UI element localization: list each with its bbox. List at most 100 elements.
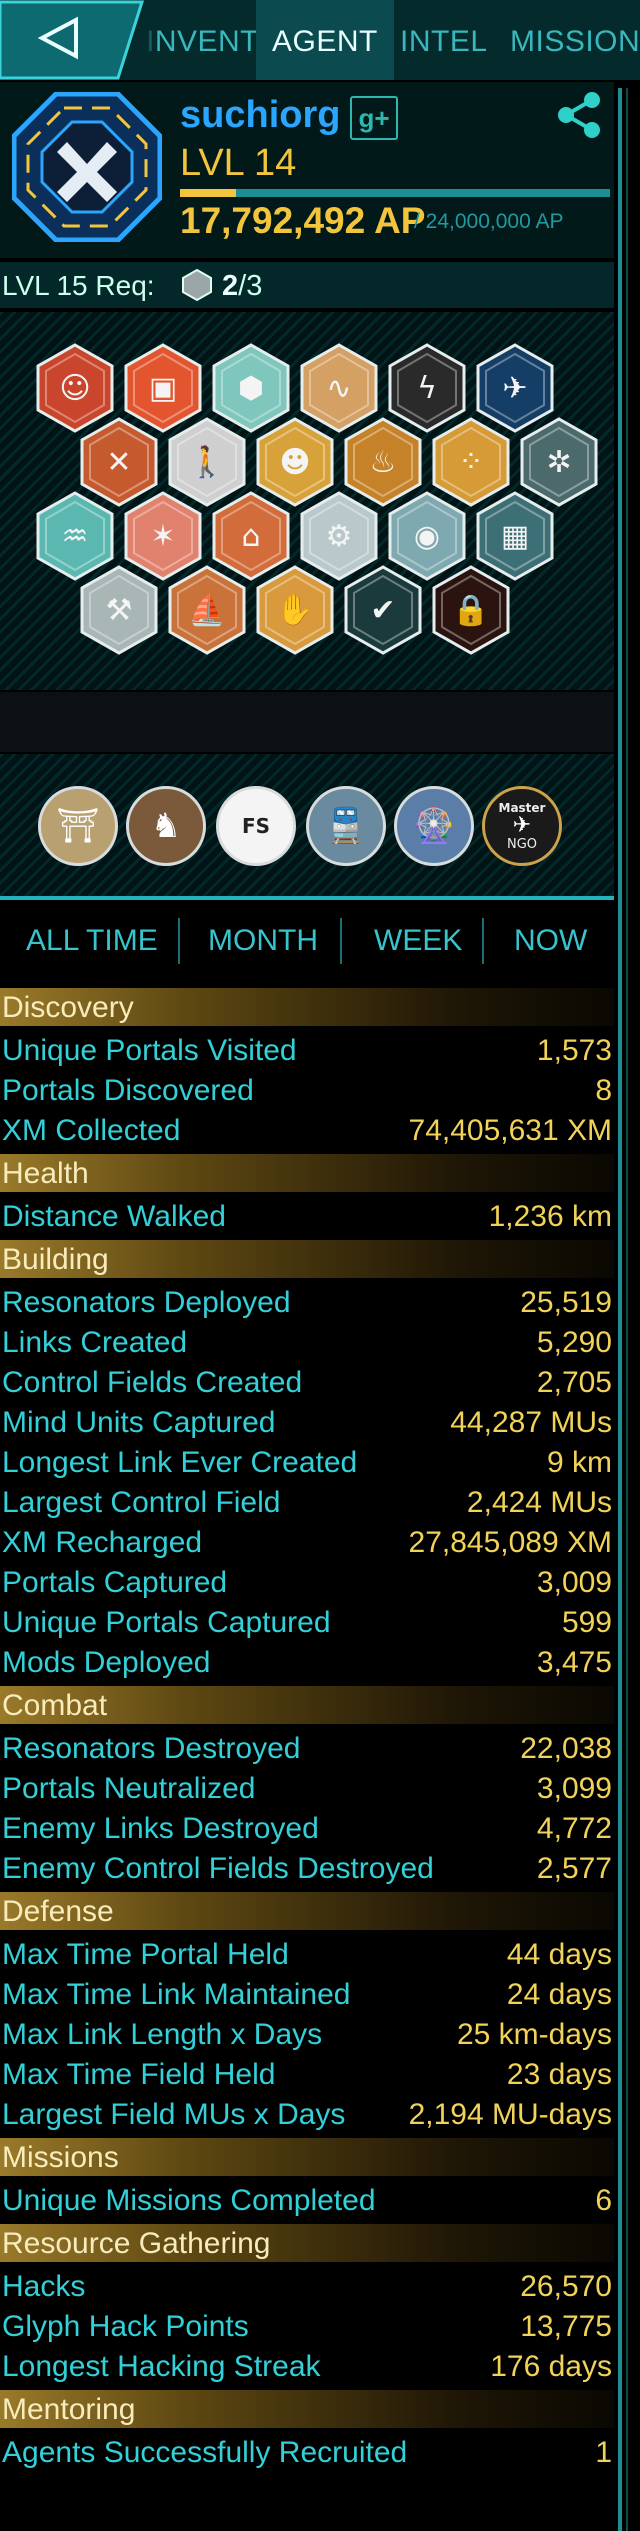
stat-label: Resonators Deployed [2, 1286, 291, 1319]
badge-hand-arc[interactable]: ✋ [254, 564, 336, 656]
svg-text:✈: ✈ [502, 371, 527, 406]
back-button[interactable] [0, 0, 150, 80]
svg-text:✋: ✋ [276, 592, 313, 628]
section-title: Missions [2, 2141, 119, 2174]
stat-value: 25 km-days [456, 2018, 612, 2051]
stat-row: XM Collected 74,405,631 XM [0, 1112, 614, 1150]
stat-row: Resonators Deployed 25,519 [0, 1284, 614, 1322]
stat-value: 13,775 [520, 2310, 612, 2343]
badge-checkmark[interactable]: ✔ [342, 564, 424, 656]
hexagon-badge-icon [180, 268, 214, 302]
stat-value: 2,705 [536, 1366, 612, 1399]
svg-text:ϟ: ϟ [417, 371, 437, 406]
mission-medal-ferris-wheel[interactable]: 🎡 [394, 786, 474, 866]
badge-divider [0, 692, 614, 752]
filter-separator [178, 918, 180, 964]
section-title: Defense [2, 1895, 114, 1928]
filter-month[interactable]: MONTH [208, 924, 318, 958]
stat-label: Links Created [2, 1326, 188, 1359]
section-title: Building [2, 1243, 109, 1276]
back-arrow-icon[interactable] [0, 0, 150, 80]
stat-label: Mods Deployed [2, 1646, 211, 1679]
section-header-discovery: Discovery [0, 988, 614, 1026]
top-tab-bar: INVENTORY AGENT INTEL MISSIONS [0, 0, 640, 80]
hand-arc-icon: ✋ [256, 565, 334, 655]
stat-value: 1 [595, 2436, 612, 2469]
svg-text:✶: ✶ [150, 519, 175, 554]
tab-missions[interactable]: MISSIONS [510, 0, 640, 80]
mission-medal-airplane[interactable]: Master ✈ NGO [482, 786, 562, 866]
stat-row: Max Time Link Maintained 24 days [0, 1976, 614, 2014]
agent-avatar-icon [11, 91, 163, 243]
section-header-resource-gathering: Resource Gathering [0, 2224, 614, 2262]
scrollbar-edge [626, 88, 628, 2531]
stat-value: 1,573 [536, 1034, 612, 1067]
stat-label: Max Time Field Held [2, 2058, 276, 2091]
stat-label: Largest Control Field [2, 1486, 281, 1519]
mission-medal-train-station[interactable]: 🚆 [306, 786, 386, 866]
tab-agent[interactable]: AGENT [256, 0, 394, 80]
mission-medal-horse-rider[interactable]: ♞ [126, 786, 206, 866]
share-button[interactable] [552, 88, 606, 142]
temple-building-icon: ⛩ [56, 806, 100, 846]
stat-value: 4,772 [536, 1812, 612, 1845]
svg-text:♒: ♒ [62, 519, 89, 554]
ap-value: 17,792,492 AP [180, 200, 426, 241]
tab-intel[interactable]: INTEL [400, 0, 488, 80]
badge-hammer[interactable]: ⚒ [78, 564, 160, 656]
stat-label: Longest Hacking Streak [2, 2350, 321, 2383]
stat-value: 3,009 [536, 1566, 612, 1599]
sailboat-icon: ⛵ [168, 565, 246, 655]
filter-separator [340, 918, 342, 964]
badge-padlock[interactable]: 🔒 [430, 564, 512, 656]
stat-row: Max Time Field Held 23 days [0, 2056, 614, 2094]
horse-rider-icon: ♞ [150, 806, 182, 846]
stat-label: Max Time Portal Held [2, 1938, 289, 1971]
google-plus-button[interactable]: g+ [350, 96, 398, 140]
mission-medal-temple-building[interactable]: ⛩ [38, 786, 118, 866]
section-title: Discovery [2, 991, 134, 1024]
svg-text:⌂: ⌂ [241, 519, 260, 554]
stat-row: Enemy Links Destroyed 4,772 [0, 1810, 614, 1848]
train-station-icon: 🚆 [324, 806, 368, 846]
stat-label: Portals Neutralized [2, 1772, 256, 1805]
mission-medal-fs-logo[interactable]: FS [216, 786, 296, 866]
stat-value: 2,424 MUs [466, 1486, 612, 1519]
stat-value: 44 days [506, 1938, 612, 1971]
stat-row: Unique Portals Captured 599 [0, 1604, 614, 1642]
stat-value: 176 days [490, 2350, 612, 2383]
svg-text:☺: ☺ [59, 371, 90, 406]
filter-all-time[interactable]: ALL TIME [26, 924, 158, 958]
stat-value: 3,099 [536, 1772, 612, 1805]
stat-value: 9 km [546, 1446, 612, 1479]
stat-label: Hacks [2, 2270, 86, 2303]
stat-label: Glyph Hack Points [2, 2310, 249, 2343]
stat-row: Portals Discovered 8 [0, 1072, 614, 1110]
stat-row: Mods Deployed 3,475 [0, 1644, 614, 1682]
stat-row: Links Created 5,290 [0, 1324, 614, 1362]
stat-row: Resonators Destroyed 22,038 [0, 1730, 614, 1768]
stat-value: 2,194 MU-days [408, 2098, 612, 2131]
scrollbar-track[interactable] [618, 88, 622, 2531]
stat-row: Enemy Control Fields Destroyed 2,577 [0, 1850, 614, 1888]
stat-value: 3,475 [536, 1646, 612, 1679]
section-title: Resource Gathering [2, 2227, 271, 2260]
stat-value: 599 [561, 1606, 612, 1639]
stat-label: Unique Missions Completed [2, 2184, 376, 2217]
svg-text:▣: ▣ [149, 371, 177, 406]
svg-text:⁘: ⁘ [458, 445, 483, 480]
stat-value: 1,236 km [488, 1200, 612, 1233]
badge-sailboat[interactable]: ⛵ [166, 564, 248, 656]
stat-value: 5,290 [536, 1326, 612, 1359]
filter-now[interactable]: NOW [514, 924, 587, 958]
filter-week[interactable]: WEEK [374, 924, 462, 958]
stat-row: Portals Captured 3,009 [0, 1564, 614, 1602]
svg-text:⛵: ⛵ [188, 592, 225, 628]
svg-text:🚶: 🚶 [188, 444, 225, 480]
section-header-health: Health [0, 1154, 614, 1192]
stat-row: Largest Control Field 2,424 MUs [0, 1484, 614, 1522]
stat-label: Max Link Length x Days [2, 2018, 323, 2051]
stat-value: 26,570 [520, 2270, 612, 2303]
avatar[interactable] [11, 91, 163, 243]
stat-label: Longest Link Ever Created [2, 1446, 358, 1479]
